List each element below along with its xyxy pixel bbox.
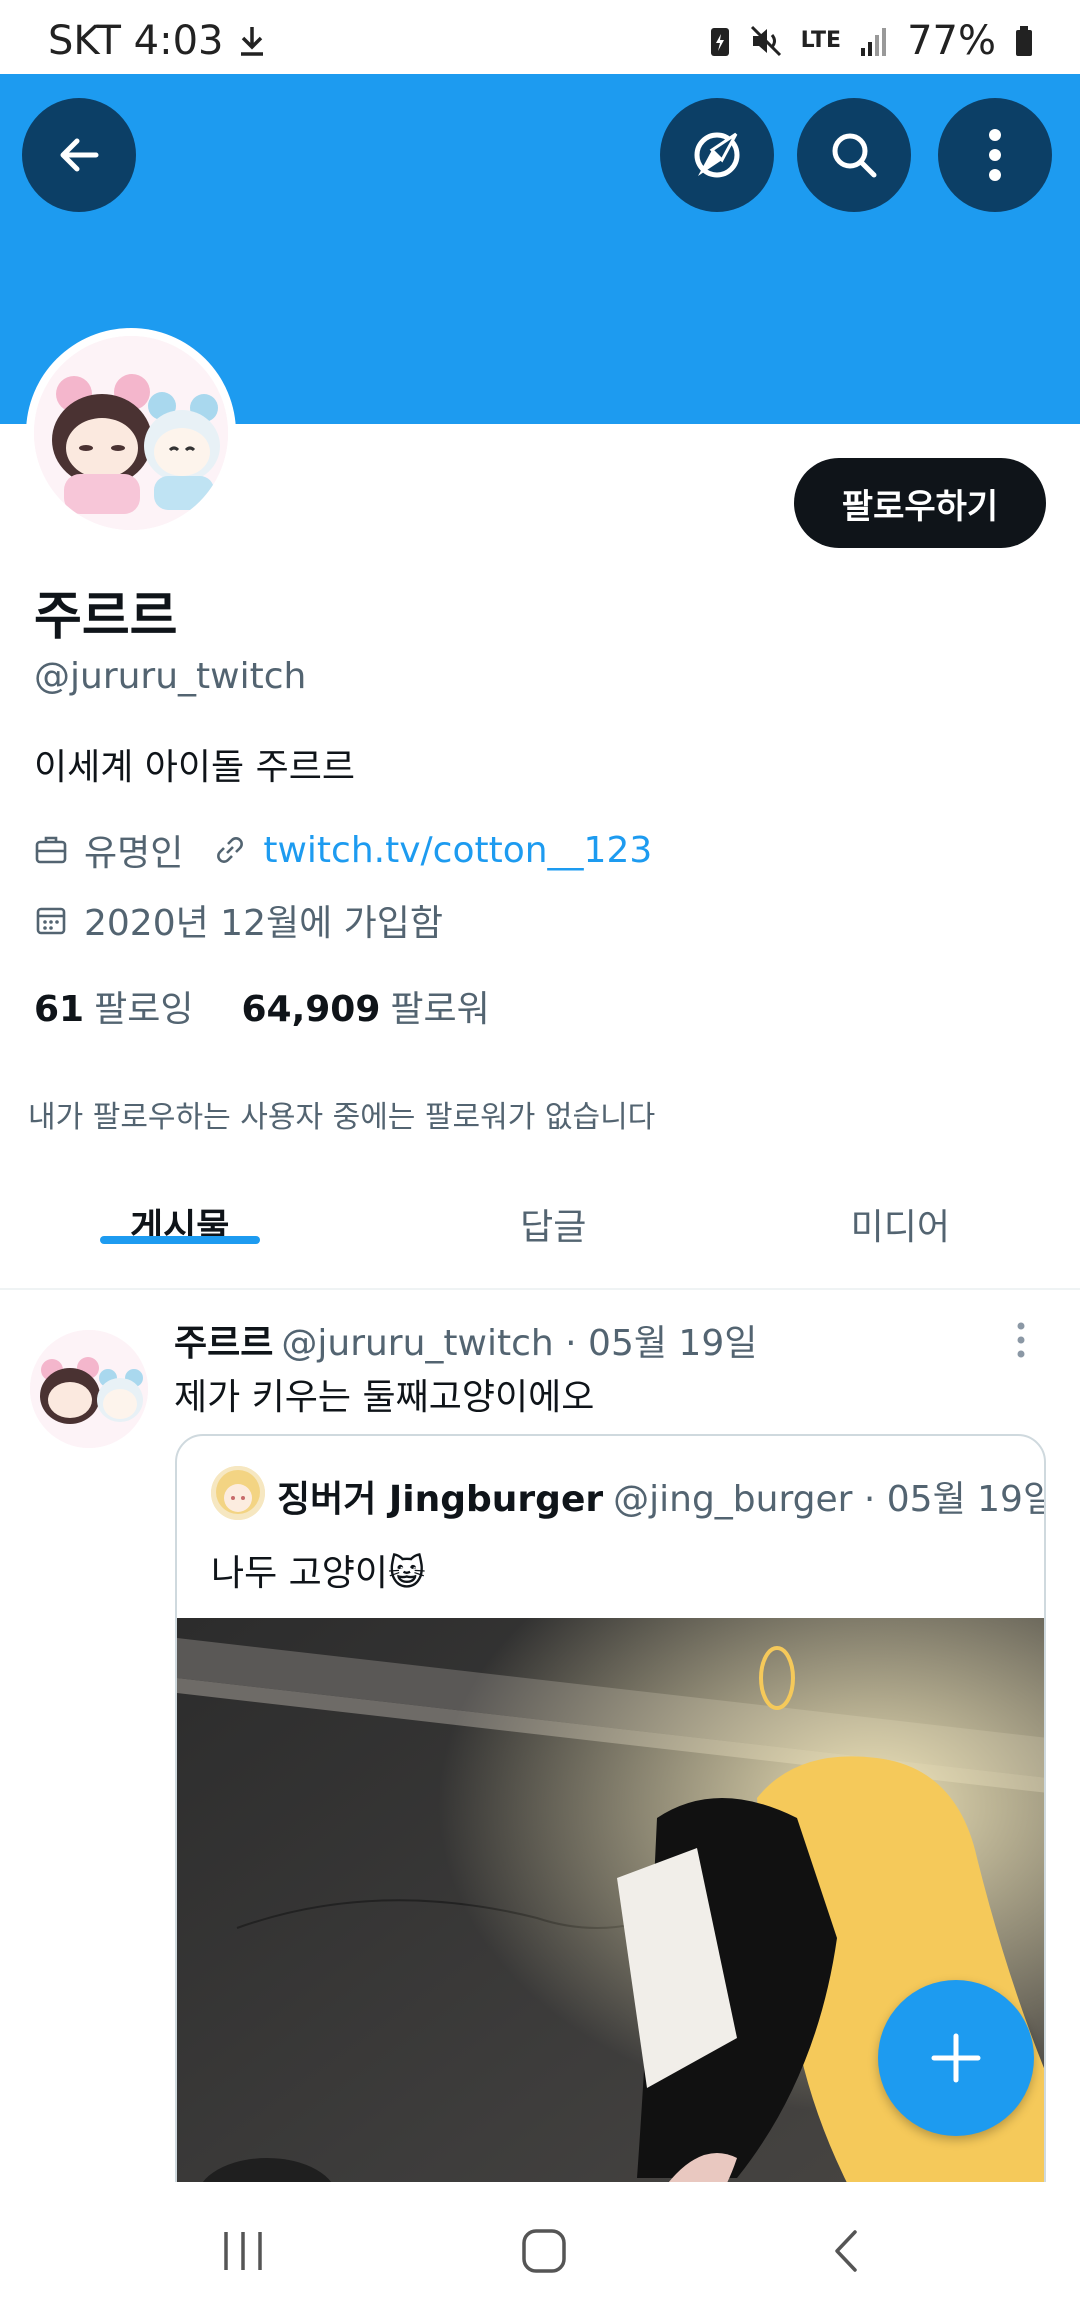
profile-bio: 이세계 아이돌 주르르	[34, 747, 355, 788]
following-link[interactable]: 61 팔로잉	[34, 980, 193, 1032]
profile-name: 주르르	[34, 587, 178, 647]
quoted-avatar-illustration	[211, 1466, 265, 1520]
followers-count: 64,909	[241, 989, 381, 1030]
tab-posts[interactable]: 게시물	[0, 1160, 421, 1288]
avatar-illustration	[34, 336, 228, 530]
profile-joined-row: 2020년 12월에 가입함	[34, 894, 443, 946]
plus-icon	[931, 2033, 981, 2083]
profile-category: 유명인	[84, 833, 184, 874]
post-more-button[interactable]	[1006, 1316, 1036, 1366]
home-button[interactable]	[509, 2216, 579, 2286]
explore-button[interactable]	[660, 98, 774, 212]
more-vertical-icon	[1017, 1322, 1025, 1358]
active-tab-indicator	[100, 1236, 260, 1244]
followers-link[interactable]: 64,909 팔로워	[241, 980, 489, 1032]
battery-saver-icon	[710, 28, 729, 56]
compose-fab[interactable]	[878, 1980, 1034, 2136]
search-button[interactable]	[797, 98, 911, 212]
more-options-button[interactable]	[938, 98, 1052, 212]
profile-website-link[interactable]: twitch.tv/cotton__123	[263, 830, 652, 871]
recent-apps-icon	[224, 2232, 262, 2270]
post-text: 제가 키우는 둘째고양이에오	[174, 1377, 595, 1418]
calendar-icon	[34, 903, 68, 937]
profile-handle: @jururu_twitch	[34, 656, 307, 697]
following-label: 팔로잉	[94, 989, 194, 1030]
system-navigation-bar	[0, 2182, 1080, 2316]
system-back-button[interactable]	[812, 2216, 882, 2286]
status-right: LTE 77%	[709, 18, 1034, 64]
quoted-post-text: 나두 고양이😺	[211, 1553, 426, 1594]
follow-button[interactable]: 팔로우하기	[794, 458, 1046, 548]
post-author-name[interactable]: 주르르	[174, 1323, 273, 1364]
profile-avatar[interactable]	[34, 336, 228, 530]
following-count: 61	[34, 989, 85, 1030]
profile-joined-date: 2020년 12월에 가입함	[84, 903, 444, 944]
status-left: SKT 4:03	[48, 18, 266, 64]
status-time: SKT 4:03	[48, 18, 224, 64]
profile-tabs: 게시물 답글 미디어	[0, 1160, 1080, 1290]
briefcase-icon	[34, 833, 68, 867]
followers-label: 팔로워	[390, 989, 490, 1030]
download-icon	[240, 27, 263, 56]
post-author-avatar[interactable]	[30, 1330, 148, 1448]
post-header: 주르르 @jururu_twitch · 05월 19일	[174, 1314, 757, 1366]
quoted-post-header: 징버거 Jingburger @jing_burger · 05월 19일	[277, 1470, 1046, 1522]
search-icon	[832, 133, 877, 178]
arrow-left-icon	[60, 138, 99, 172]
signal-icon	[861, 28, 887, 56]
chevron-left-icon	[835, 2230, 857, 2272]
quoted-post-photo	[177, 1618, 1044, 2232]
follow-counts: 61 팔로잉 64,909 팔로워	[34, 980, 490, 1032]
quoted-author-avatar	[211, 1466, 265, 1520]
network-type: LTE	[800, 28, 842, 53]
status-bar: SKT 4:03 LTE 77%	[0, 0, 1080, 74]
profile-meta-row: 유명인 twitch.tv/cotton__123	[34, 824, 652, 876]
quoted-handle-date: @jing_burger · 05월 19일	[613, 1479, 1046, 1520]
link-icon	[213, 833, 247, 867]
recent-apps-button[interactable]	[208, 2216, 278, 2286]
back-button[interactable]	[22, 98, 136, 212]
explore-icon	[694, 132, 740, 178]
tab-media[interactable]: 미디어	[685, 1160, 1080, 1288]
profile-avatar-frame	[26, 328, 236, 538]
post-avatar-illustration	[30, 1330, 148, 1448]
home-icon	[522, 2229, 566, 2273]
battery-percent: 77%	[907, 18, 996, 64]
mute-icon	[750, 25, 781, 57]
tab-replies[interactable]: 답글	[421, 1160, 686, 1288]
mutual-followers-note: 내가 팔로우하는 사용자 중에는 팔로워가 없습니다	[28, 1100, 656, 1135]
more-vertical-icon	[989, 129, 1001, 181]
quoted-post-image[interactable]	[177, 1618, 1044, 2232]
quoted-author-name: 징버거 Jingburger	[277, 1479, 604, 1520]
battery-icon	[1016, 26, 1032, 56]
post-handle-date: @jururu_twitch · 05월 19일	[281, 1323, 758, 1364]
